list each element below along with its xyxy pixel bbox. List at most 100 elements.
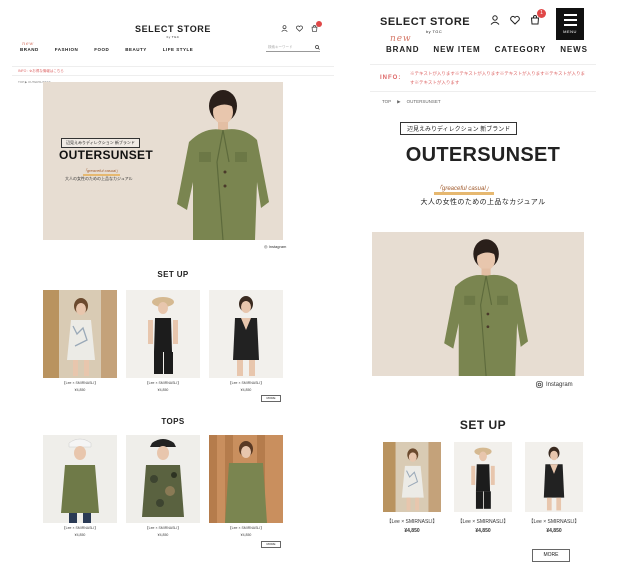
desktop-nav: new BRAND FASHION FOOD BEAUTY LIFE STYLE <box>20 41 194 52</box>
desktop-product-grid-setup: 【Lee × SMIRNASLI】 ¥4,850 【Lee × SMIRNASL… <box>43 290 283 392</box>
product-image <box>126 290 200 378</box>
product-label: 【Lee × SMIRNASLI】 <box>228 381 264 385</box>
product-card[interactable]: 【Lee × SMIRNASLI】 ¥4,850 <box>453 442 513 534</box>
product-card[interactable]: 【Lee × SMIRNASLI】 ¥4,850 <box>209 435 283 537</box>
product-label: 【Lee × SMIRNASLI】 <box>228 526 264 530</box>
section-title-tops: TOPS <box>161 417 185 426</box>
product-card[interactable]: 【Lee × SMIRNASLI】 ¥4,850 <box>382 442 442 534</box>
hero-model-image <box>444 239 529 376</box>
desktop-hero-banner[interactable]: 辺見えみりディレクション 新ブランド OUTERSUNSET 「greacefu… <box>43 82 283 240</box>
product-price: ¥4,850 <box>74 388 86 392</box>
product-image <box>454 442 512 512</box>
nav-item-brand[interactable]: new BRAND <box>20 41 39 52</box>
product-label: 【Lee × SMIRNASLI】 <box>145 381 181 385</box>
desktop-info-bar[interactable]: INFO : ※お得な情報はこちら <box>12 66 334 76</box>
product-image <box>126 435 200 523</box>
cart-icon[interactable]: 1 <box>530 9 546 25</box>
desktop-instagram-link[interactable]: ◎ Instagram <box>264 244 286 249</box>
search-placeholder: 検索キーワード <box>268 45 293 49</box>
desktop-page-preview: SELECT STORE by TGC new BRAND FASHION FOO… <box>12 14 334 566</box>
instagram-label: Instagram <box>546 381 573 388</box>
mobile-logo[interactable]: SELECT STORE <box>380 16 470 28</box>
product-card[interactable]: 【Lee × SMIRNASLI】 ¥4,850 <box>43 290 117 392</box>
product-label: 【Lee × SMIRNASLI】 <box>62 526 98 530</box>
mobile-header-icons: 1 <box>490 9 546 25</box>
product-price: ¥4,850 <box>74 533 86 537</box>
product-card[interactable]: 【Lee × SMIRNASLI】 ¥4,850 <box>126 435 200 537</box>
hamburger-icon <box>563 14 577 26</box>
nav-item-beauty[interactable]: BEAUTY <box>125 47 147 52</box>
desktop-header-icons <box>281 21 322 32</box>
nav-item-fashion[interactable]: FASHION <box>55 47 79 52</box>
section-title-setup: SET UP <box>459 418 507 432</box>
menu-label: MENU <box>563 29 577 34</box>
search-icon[interactable] <box>315 45 320 50</box>
nav-item-lifestyle[interactable]: LIFE STYLE <box>163 47 194 52</box>
hero-tagline: 「greaceful casual」 <box>83 168 121 176</box>
breadcrumb-separator: ▶ <box>397 99 401 104</box>
new-mark: new <box>22 41 34 47</box>
product-card[interactable]: 【Lee × SMIRNASLI】 ¥4,850 <box>209 290 283 392</box>
heart-icon[interactable] <box>510 15 520 25</box>
breadcrumb-top[interactable]: TOP <box>382 99 391 105</box>
info-label: INFO: <box>380 75 402 81</box>
user-icon[interactable] <box>490 15 500 25</box>
hero-title: OUTERSUNSET <box>59 148 153 162</box>
mobile-instagram-link[interactable]: Instagram <box>536 381 573 388</box>
product-image <box>525 442 583 512</box>
cart-badge <box>316 21 322 27</box>
nav-item-news[interactable]: NEWS <box>560 45 588 54</box>
product-label: 【Lee × SMIRNASLI】 <box>386 519 438 525</box>
product-label: 【Lee × SMIRNASLI】 <box>62 381 98 385</box>
product-label: 【Lee × SMIRNASLI】 <box>145 526 181 530</box>
search-input[interactable]: 検索キーワード <box>266 44 320 52</box>
cart-badge: 1 <box>537 9 546 18</box>
desktop-header: SELECT STORE by TGC new BRAND FASHION FOO… <box>12 14 334 62</box>
more-button[interactable]: MORE <box>532 549 570 562</box>
hero-subtitle: 大人の女性のための上品なカジュアル <box>420 199 546 206</box>
mobile-nav: new BRAND NEW ITEM CATEGORY NEWS <box>386 34 588 54</box>
product-card[interactable]: 【Lee × SMIRNASLI】 ¥4,850 <box>126 290 200 392</box>
hero-title: OUTERSUNSET <box>405 144 561 166</box>
cart-icon[interactable] <box>311 21 322 32</box>
product-label: 【Lee × SMIRNASLI】 <box>457 519 509 525</box>
desktop-product-grid-tops: 【Lee × SMIRNASLI】 ¥4,850 【Lee × SMIRNASL… <box>43 435 283 537</box>
product-price: ¥4,850 <box>546 528 562 534</box>
product-price: ¥4,850 <box>240 388 252 392</box>
product-card[interactable]: 【Lee × SMIRNASLI】 ¥4,850 <box>43 435 117 537</box>
hero-subtitle: 大人の女性のための上品なカジュアル <box>65 176 133 181</box>
product-price: ¥4,850 <box>157 388 169 392</box>
product-image <box>209 435 283 523</box>
mobile-page-preview: SELECT STORE by TGC 1 MENU new BRAND NEW … <box>370 6 596 572</box>
nav-item-category[interactable]: CATEGORY <box>495 45 547 54</box>
product-price: ¥4,850 <box>404 528 420 534</box>
nav-item-new-item[interactable]: NEW ITEM <box>433 45 480 54</box>
product-image <box>43 290 117 378</box>
instagram-icon <box>536 381 543 388</box>
product-image <box>383 442 441 512</box>
mobile-hero-image[interactable] <box>372 232 584 376</box>
mobile-info-bar[interactable]: INFO: ※テキストが入ります※テキストが入ります※テキストが入ります※テキス… <box>370 64 596 92</box>
mobile-logo-sub: by TGC <box>426 29 443 34</box>
nav-item-brand[interactable]: new BRAND <box>386 34 419 54</box>
product-price: ¥4,850 <box>157 533 169 537</box>
hero-kicker: 辺見えみりディレクション 新ブランド <box>400 122 518 135</box>
info-text: ※テキストが入ります※テキストが入ります※テキストが入ります※テキストが入ります… <box>410 71 585 85</box>
product-image <box>209 290 283 378</box>
desktop-logo-sub: by TGC <box>166 35 180 39</box>
product-image <box>43 435 117 523</box>
breadcrumb-current: OUTERSUNSET <box>406 99 441 104</box>
user-icon[interactable] <box>281 25 288 32</box>
more-button-setup[interactable]: MORE <box>261 395 281 402</box>
more-button-tops[interactable]: MORE <box>261 541 281 548</box>
new-mark: new <box>390 34 412 44</box>
heart-icon[interactable] <box>296 25 303 32</box>
menu-button[interactable]: MENU <box>556 8 584 40</box>
hero-model-image <box>177 90 269 240</box>
product-price: ¥4,850 <box>240 533 252 537</box>
nav-item-food[interactable]: FOOD <box>94 47 109 52</box>
product-label: 【Lee × SMIRNASLI】 <box>528 519 580 525</box>
product-card[interactable]: 【Lee × SMIRNASLI】 ¥4,850 <box>524 442 584 534</box>
mobile-product-grid: 【Lee × SMIRNASLI】 ¥4,850 【Lee × SMIRNASL… <box>382 442 584 534</box>
section-title-setup: SET UP <box>157 270 189 279</box>
